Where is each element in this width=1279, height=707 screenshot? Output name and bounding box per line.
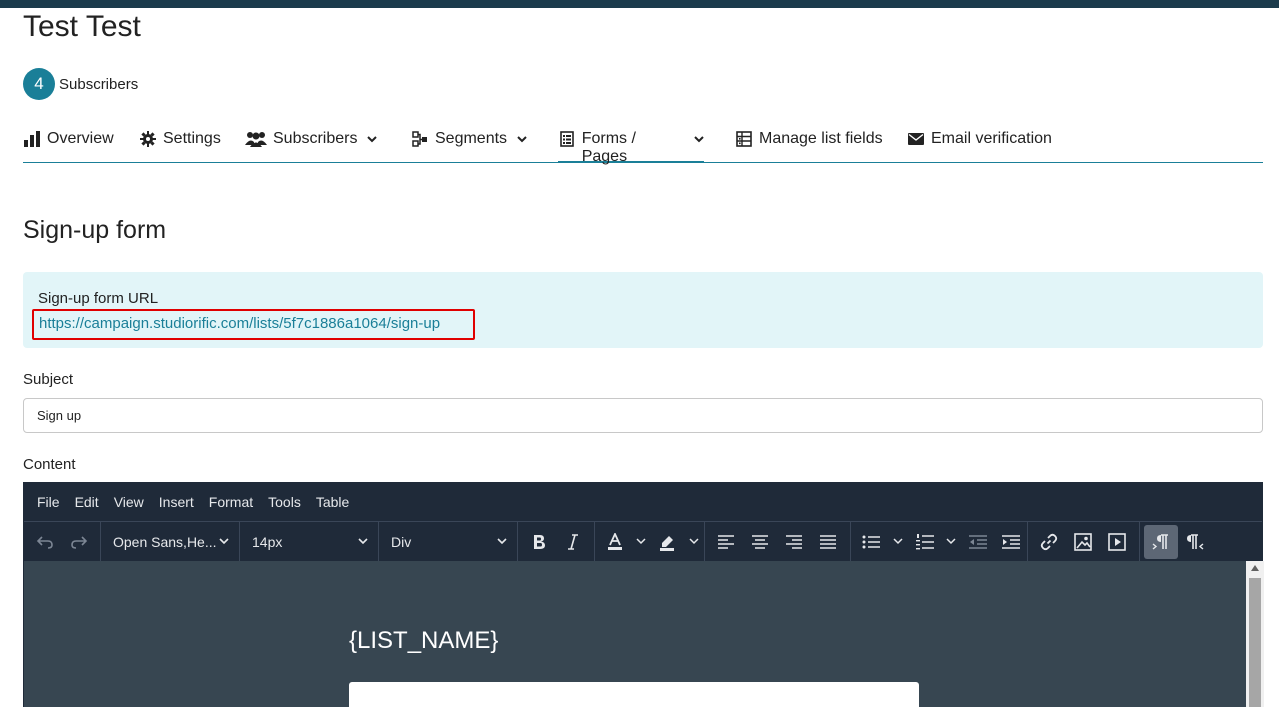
top-bar bbox=[0, 0, 1279, 8]
chevron-down-icon bbox=[358, 538, 368, 545]
tab-segments[interactable]: Segments bbox=[411, 126, 527, 163]
undo-icon[interactable] bbox=[28, 525, 62, 559]
image-icon[interactable] bbox=[1066, 525, 1100, 559]
form-card bbox=[349, 682, 919, 707]
chevron-down-icon bbox=[517, 130, 527, 148]
rich-text-editor: File Edit View Insert Format Tools Table… bbox=[23, 482, 1264, 707]
direction-group bbox=[1140, 522, 1217, 561]
signup-url-panel: Sign-up form URL https://campaign.studio… bbox=[23, 272, 1263, 348]
bold-icon[interactable] bbox=[522, 525, 556, 559]
text-color-icon[interactable] bbox=[599, 525, 631, 559]
media-icon[interactable] bbox=[1100, 525, 1134, 559]
bar-chart-icon bbox=[23, 130, 41, 148]
section-title: Sign-up form bbox=[23, 216, 167, 244]
font-family-value: Open Sans,He... bbox=[113, 533, 217, 550]
font-family-select[interactable]: Open Sans,He... bbox=[101, 522, 240, 561]
list-name-heading: {LIST_NAME} bbox=[349, 627, 499, 654]
font-size-select[interactable]: 14px bbox=[240, 522, 379, 561]
content-label: Content bbox=[23, 456, 76, 473]
align-center-icon[interactable] bbox=[743, 525, 777, 559]
tab-subscribers[interactable]: Subscribers bbox=[245, 126, 378, 163]
editor-content-area[interactable]: {LIST_NAME} bbox=[24, 561, 1246, 707]
ltr-direction-icon[interactable] bbox=[1144, 524, 1178, 559]
link-icon[interactable] bbox=[1032, 525, 1066, 559]
menu-table[interactable]: Table bbox=[316, 494, 349, 510]
chevron-down-icon bbox=[694, 130, 704, 148]
page-title: Test Test bbox=[23, 10, 141, 43]
signup-url-label: Sign-up form URL bbox=[38, 290, 159, 307]
menu-insert[interactable]: Insert bbox=[159, 494, 194, 510]
subscriber-count-badge: 4 bbox=[23, 68, 55, 100]
subject-label: Subject bbox=[23, 371, 74, 388]
align-justify-icon[interactable] bbox=[811, 525, 845, 559]
tab-label: Email verification bbox=[931, 130, 1052, 147]
subscriber-count-label: Subscribers bbox=[59, 75, 139, 93]
outdent-icon[interactable] bbox=[962, 525, 994, 559]
align-left-icon[interactable] bbox=[709, 525, 743, 559]
tab-label: Overview bbox=[47, 130, 114, 147]
chevron-down-icon bbox=[219, 538, 229, 545]
chevron-down-icon bbox=[497, 538, 507, 545]
tab-label: Manage list fields bbox=[759, 130, 883, 147]
editor-scrollbar[interactable] bbox=[1246, 561, 1264, 707]
alignment-group bbox=[705, 522, 851, 561]
tab-settings[interactable]: Settings bbox=[139, 126, 221, 163]
table-icon bbox=[735, 130, 753, 148]
tab-overview[interactable]: Overview bbox=[23, 126, 114, 163]
subject-input[interactable] bbox=[23, 398, 1263, 433]
editor-menubar: File Edit View Insert Format Tools Table bbox=[24, 483, 1262, 522]
chevron-down-icon[interactable] bbox=[631, 525, 652, 559]
tab-label: Forms / Pages bbox=[581, 130, 636, 165]
menu-view[interactable]: View bbox=[114, 494, 144, 510]
chevron-down-icon[interactable] bbox=[941, 525, 962, 559]
envelope-icon bbox=[907, 130, 925, 148]
block-format-value: Div bbox=[391, 533, 412, 550]
menu-tools[interactable]: Tools bbox=[268, 494, 301, 510]
editor-toolbar: Open Sans,He... 14px Div bbox=[24, 522, 1262, 561]
rtl-direction-icon[interactable] bbox=[1178, 525, 1212, 559]
text-style-group bbox=[518, 522, 595, 561]
forms-icon bbox=[558, 130, 576, 148]
tab-label: Subscribers bbox=[273, 130, 358, 147]
font-size-value: 14px bbox=[252, 533, 283, 550]
insert-group bbox=[1028, 522, 1140, 561]
chevron-down-icon bbox=[367, 130, 378, 148]
highlight-color-icon[interactable] bbox=[652, 525, 684, 559]
menu-format[interactable]: Format bbox=[209, 494, 253, 510]
tab-email-verification[interactable]: Email verification bbox=[907, 126, 1052, 163]
block-format-select[interactable]: Div bbox=[379, 522, 518, 561]
tab-manage-list-fields[interactable]: Manage list fields bbox=[735, 126, 883, 163]
menu-file[interactable]: File bbox=[37, 494, 60, 510]
tab-label: Settings bbox=[163, 130, 221, 147]
list-tabs: Overview Settings Subscribers Segments F… bbox=[23, 126, 1263, 165]
bullet-list-icon[interactable] bbox=[855, 525, 887, 559]
scrollbar-thumb[interactable] bbox=[1249, 578, 1261, 707]
indent-icon[interactable] bbox=[994, 525, 1026, 559]
numbered-list-icon[interactable] bbox=[909, 525, 941, 559]
italic-icon[interactable] bbox=[556, 525, 590, 559]
history-group bbox=[24, 522, 101, 561]
subscriber-count: 4 Subscribers bbox=[23, 68, 138, 100]
signup-url-link[interactable]: https://campaign.studiorific.com/lists/5… bbox=[39, 315, 440, 332]
segments-icon bbox=[411, 130, 429, 148]
highlight-box: https://campaign.studiorific.com/lists/5… bbox=[32, 309, 475, 340]
tab-label: Segments bbox=[435, 130, 508, 147]
align-right-icon[interactable] bbox=[777, 525, 811, 559]
tab-forms-pages[interactable]: Forms / Pages bbox=[558, 126, 704, 165]
gear-icon bbox=[139, 130, 157, 148]
chevron-down-icon[interactable] bbox=[887, 525, 908, 559]
color-group bbox=[595, 522, 705, 561]
users-icon bbox=[245, 130, 267, 148]
scroll-up-icon[interactable] bbox=[1251, 565, 1259, 571]
redo-icon[interactable] bbox=[62, 525, 96, 559]
menu-edit[interactable]: Edit bbox=[75, 494, 99, 510]
chevron-down-icon[interactable] bbox=[683, 525, 704, 559]
list-group bbox=[851, 522, 1028, 561]
